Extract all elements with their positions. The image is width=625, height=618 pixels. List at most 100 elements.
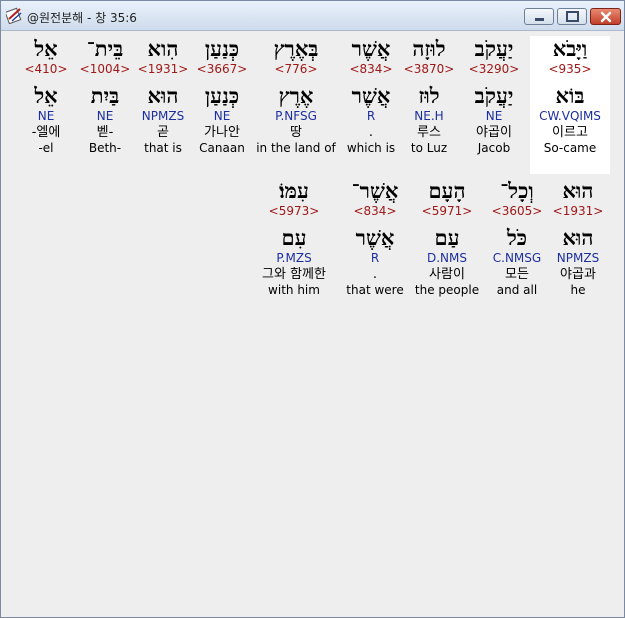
english-gloss: Canaan <box>199 141 245 155</box>
parsing-code: NE.H <box>414 109 444 123</box>
parsing-code: C.NMSG <box>492 251 542 265</box>
strong-number: <3870> <box>403 62 455 76</box>
strong-number: <3667> <box>196 62 248 76</box>
word-cell[interactable]: אֵל <410> אֵל NE -엘에 -el <box>23 36 69 174</box>
english-gloss: Jacob <box>477 141 511 155</box>
lemma: בַּיִת <box>90 83 120 108</box>
lemma: בּוֹא <box>555 83 585 108</box>
hebrew-word: עִמּוֹ׃ <box>279 178 309 203</box>
word-cell[interactable]: אֲשֶׁר <834> אֲשֶׁר R . which is <box>343 36 399 174</box>
word-cell[interactable]: לוּזָה <3870> לוּז NE.H 루스 to Luz <box>401 36 457 174</box>
parsing-code: P.NFSG <box>275 109 317 123</box>
english-gloss: he <box>570 283 586 297</box>
strong-number: <1004> <box>79 62 131 76</box>
korean-gloss: 땅 <box>290 125 302 140</box>
korean-gloss: 모든 <box>505 267 529 282</box>
korean-gloss: 루스 <box>417 125 441 140</box>
lemma: אֲשֶׁר <box>355 225 395 250</box>
parsing-code: NPMZS <box>141 109 185 123</box>
english-gloss: that is <box>144 141 182 155</box>
korean-gloss: 그와 함께한 <box>262 267 326 282</box>
title-bar[interactable]: @원전분해 - 창 35:6 <box>1 1 624 31</box>
app-window: @원전분해 - 창 35:6 וַיָּבֹא <935> בּוֹא CW.V… <box>0 0 625 618</box>
korean-gloss: -엘에 <box>31 125 61 140</box>
strong-number: <5971> <box>421 204 473 218</box>
close-button[interactable] <box>590 8 621 25</box>
lemma: אֶרֶץ <box>278 83 314 108</box>
strong-number: <3290> <box>468 62 520 76</box>
korean-gloss: . <box>372 267 378 282</box>
lemma: הוּא <box>562 225 594 250</box>
english-gloss: the people <box>414 283 480 297</box>
english-gloss: in the land of <box>256 141 336 155</box>
minimize-icon <box>535 18 544 21</box>
strong-number: <1931> <box>552 204 604 218</box>
english-gloss: -el <box>38 141 54 155</box>
parsing-code: NE <box>485 109 503 123</box>
parsing-code: NE <box>96 109 114 123</box>
strong-number: <5973> <box>268 204 320 218</box>
lemma: עִם <box>281 225 307 250</box>
word-cell[interactable]: כְּנַעַן <3667> כְּנַעַן NE 가나안 Canaan <box>193 36 251 174</box>
word-cell[interactable]: עִמּוֹ׃ <5973> עִם P.MZS 그와 함께한 with him <box>251 178 337 312</box>
korean-gloss: . <box>368 125 374 140</box>
word-cell[interactable]: הָעָם <5971> עַם D.NMS 사람이 the people <box>409 178 485 312</box>
parsing-code: CW.VQIMS <box>539 109 601 123</box>
maximize-button[interactable] <box>557 8 587 25</box>
lemma: יַעֲקֹב <box>474 83 514 108</box>
hebrew-word: וְכָל־ <box>500 178 534 203</box>
english-gloss: and all <box>496 283 538 297</box>
korean-gloss: 사람이 <box>429 267 465 282</box>
word-cell[interactable]: וַיָּבֹא <935> בּוֹא CW.VQIMS 이르고 So-cam… <box>530 36 610 174</box>
parsing-code: NPMZS <box>556 251 600 265</box>
korean-gloss: 이르고 <box>552 125 588 140</box>
lemma: עַם <box>434 225 460 250</box>
korean-gloss: 야곱이 <box>476 125 512 140</box>
english-gloss: So-came <box>543 141 597 155</box>
word-cell[interactable]: בְּאֶרֶץ <776> אֶרֶץ P.NFSG 땅 in the lan… <box>255 36 337 174</box>
hebrew-word: בֵּית־ <box>86 36 124 61</box>
word-cell[interactable]: אֲשֶׁר־ <834> אֲשֶׁר R . that were <box>341 178 409 312</box>
hebrew-word: אֲשֶׁר <box>351 36 391 61</box>
window-title: @원전분해 - 창 35:6 <box>27 11 137 25</box>
app-icon <box>4 7 23 25</box>
english-gloss: that were <box>346 283 404 297</box>
strong-number: <935> <box>548 62 592 76</box>
lemma: לוּז <box>418 83 440 108</box>
hebrew-word: הוּא <box>562 178 594 203</box>
word-cell[interactable]: הִוא <1931> הוּא NPMZS 곧 that is <box>137 36 189 174</box>
minimize-button[interactable] <box>524 8 554 25</box>
parsing-code: D.NMS <box>426 251 467 265</box>
word-cell[interactable]: וְכָל־ <3605> כֹּל C.NMSG 모든 and all <box>483 178 551 312</box>
interlinear-panel: וַיָּבֹא <935> בּוֹא CW.VQIMS 이르고 So-cam… <box>5 32 620 615</box>
hebrew-word: וַיָּבֹא <box>552 36 588 61</box>
parsing-code: NE <box>213 109 231 123</box>
close-icon <box>600 11 612 23</box>
word-cell[interactable]: הוּא <1931> הוּא NPMZS 야곱과 he <box>543 178 613 312</box>
strong-number: <776> <box>274 62 318 76</box>
hebrew-word: בְּאֶרֶץ <box>273 36 319 61</box>
hebrew-word: הִוא <box>147 36 179 61</box>
strong-number: <1931> <box>137 62 189 76</box>
hebrew-word: אֲשֶׁר־ <box>351 178 399 203</box>
lemma: אֵל <box>34 83 58 108</box>
word-cell[interactable]: בֵּית־ <1004> בַּיִת NE 벧- Beth- <box>77 36 133 174</box>
english-gloss: with him <box>268 283 320 297</box>
parsing-code: P.MZS <box>276 251 312 265</box>
korean-gloss: 야곱과 <box>560 267 596 282</box>
hebrew-word: כְּנַעַן <box>204 36 240 61</box>
strong-number: <410> <box>24 62 68 76</box>
english-gloss: Beth- <box>88 141 122 155</box>
korean-gloss: 벧- <box>96 125 114 140</box>
parsing-code: NE <box>37 109 55 123</box>
strong-number: <834> <box>349 62 393 76</box>
lemma: כֹּל <box>506 225 528 250</box>
parsing-code: R <box>366 109 376 123</box>
strong-number: <834> <box>353 204 397 218</box>
word-cell[interactable]: יַעֲקֹב <3290> יַעֲקֹב NE 야곱이 Jacob <box>461 36 527 174</box>
hebrew-word: יַעֲקֹב <box>474 36 514 61</box>
english-gloss: to Luz <box>410 141 448 155</box>
strong-number: <3605> <box>491 204 543 218</box>
english-gloss: which is <box>346 141 396 155</box>
hebrew-word: לוּזָה <box>412 36 446 61</box>
